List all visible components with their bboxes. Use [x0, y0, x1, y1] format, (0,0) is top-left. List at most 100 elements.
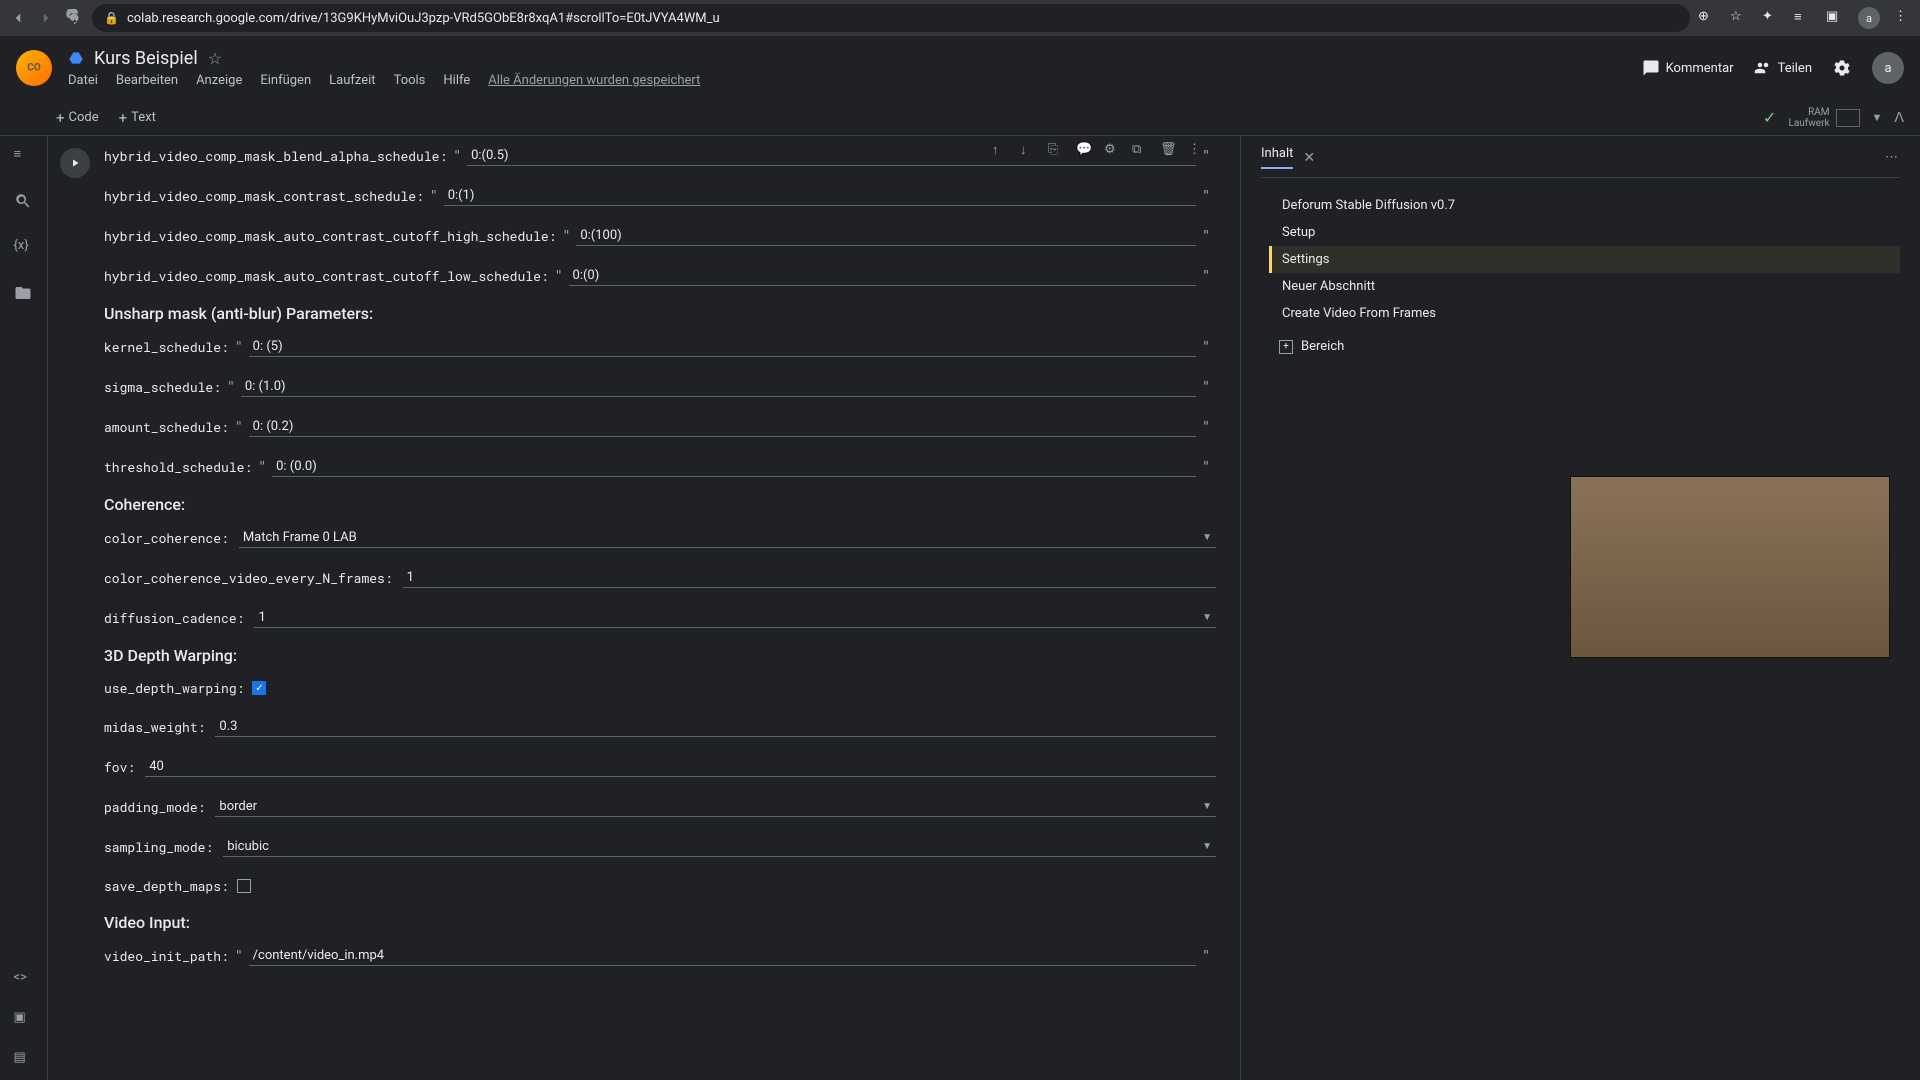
text-input[interactable]: [576, 226, 1196, 246]
collapse-header-button[interactable]: ᐱ: [1894, 110, 1904, 126]
cell-toolbar: ↑ ↓ ⎘ 💬 ⚙ ⧉ 🗑 ⋮: [984, 138, 1212, 162]
text-input[interactable]: [249, 417, 1197, 437]
toc-more-icon[interactable]: ⋯: [1885, 150, 1900, 165]
menu-tools[interactable]: Tools: [394, 73, 426, 88]
share-button[interactable]: Teilen: [1754, 59, 1812, 77]
link-icon[interactable]: ⎘: [1048, 142, 1064, 158]
text-input[interactable]: [145, 757, 1216, 777]
toc-panel: Inhalt ✕ ⋯ Deforum Stable Diffusion v0.7…: [1240, 136, 1920, 1080]
plus-icon: +: [1279, 340, 1293, 354]
colab-logo[interactable]: [16, 50, 52, 86]
runtime-dropdown[interactable]: ▼: [1872, 111, 1883, 124]
toc-item[interactable]: Neuer Abschnitt: [1269, 273, 1900, 300]
text-input[interactable]: [444, 186, 1196, 206]
field-label: color_coherence:: [104, 529, 229, 547]
browser-avatar[interactable]: a: [1858, 7, 1880, 29]
bookmark-icon[interactable]: ☆: [1730, 9, 1748, 27]
reading-list-icon[interactable]: ≡: [1794, 9, 1812, 27]
text-input[interactable]: [272, 457, 1196, 477]
menu-help[interactable]: Hilfe: [443, 73, 470, 88]
text-input[interactable]: [249, 946, 1197, 966]
toc-item[interactable]: Settings: [1269, 246, 1900, 273]
form-row: hybrid_video_comp_mask_auto_contrast_cut…: [104, 222, 1216, 250]
add-text-button[interactable]: +Text: [119, 109, 156, 127]
text-input[interactable]: [241, 377, 1196, 397]
close-toc-button[interactable]: ✕: [1303, 150, 1315, 166]
form-row: hybrid_video_comp_mask_contrast_schedule…: [104, 182, 1216, 210]
extensions-icon[interactable]: ✦: [1762, 9, 1780, 27]
notebook-area[interactable]: ↑ ↓ ⎘ 💬 ⚙ ⧉ 🗑 ⋮ hybrid_video_comp_mask_b…: [48, 136, 1240, 1080]
search-icon[interactable]: [14, 192, 34, 212]
field-label: hybrid_video_comp_mask_auto_contrast_cut…: [104, 267, 549, 285]
command-palette-icon[interactable]: ▤: [14, 1050, 34, 1070]
code-snippets-icon[interactable]: <>: [14, 970, 34, 990]
more-icon[interactable]: ⋮: [1188, 142, 1204, 158]
resource-bars: [1836, 109, 1860, 127]
menu-insert[interactable]: Einfügen: [260, 73, 311, 88]
toc-add-section[interactable]: +Bereich: [1269, 333, 1900, 360]
field-label: amount_schedule:: [104, 418, 229, 436]
terminal-icon[interactable]: ▣: [14, 1010, 34, 1030]
saved-status[interactable]: Alle Änderungen wurden gespeichert: [488, 73, 700, 88]
browser-menu-icon[interactable]: ⋮: [1894, 9, 1912, 27]
cell-settings-icon[interactable]: ⚙: [1104, 142, 1120, 158]
toc-item[interactable]: Deforum Stable Diffusion v0.7: [1269, 192, 1900, 219]
checkbox-input[interactable]: [252, 681, 266, 695]
form-row: padding_mode: border▼: [104, 793, 1216, 821]
form-row: kernel_schedule:"": [104, 333, 1216, 361]
chevron-down-icon: ▼: [1202, 841, 1212, 852]
menu-edit[interactable]: Bearbeiten: [116, 73, 178, 88]
run-cell-button[interactable]: [60, 148, 90, 178]
select-input[interactable]: Match Frame 0 LAB▼: [239, 528, 1216, 548]
variables-icon[interactable]: {x}: [14, 238, 34, 258]
select-input[interactable]: border▼: [215, 797, 1216, 817]
mirror-icon[interactable]: ⧉: [1132, 142, 1148, 158]
form-row: color_coherence_video_every_N_frames:: [104, 564, 1216, 592]
field-label: save_depth_maps:: [104, 877, 229, 895]
field-label: use_depth_warping:: [104, 679, 244, 697]
comment-icon: [1642, 59, 1660, 77]
ram-indicator[interactable]: RAM Laufwerk: [1788, 107, 1859, 129]
install-icon[interactable]: ⊕: [1698, 9, 1716, 27]
text-input[interactable]: [403, 568, 1216, 588]
user-avatar[interactable]: a: [1872, 52, 1904, 84]
toc-item[interactable]: Setup: [1269, 219, 1900, 246]
field-label: kernel_schedule:: [104, 338, 229, 356]
text-input[interactable]: [249, 337, 1197, 357]
form-row: sigma_schedule:"": [104, 373, 1216, 401]
reload-button[interactable]: [64, 8, 84, 28]
field-label: sampling_mode:: [104, 838, 213, 856]
files-icon[interactable]: [14, 284, 34, 304]
form-row: diffusion_cadence: 1▼: [104, 604, 1216, 632]
section-heading: Unsharp mask (anti-blur) Parameters:: [104, 304, 1216, 323]
form-row: threshold_schedule:"": [104, 453, 1216, 481]
settings-icon[interactable]: [1832, 58, 1852, 78]
comment-cell-icon[interactable]: 💬: [1076, 142, 1092, 158]
text-input[interactable]: [215, 717, 1216, 737]
menu-view[interactable]: Anzeige: [196, 73, 242, 88]
menu-runtime[interactable]: Laufzeit: [329, 73, 375, 88]
star-icon[interactable]: ☆: [208, 49, 222, 68]
select-input[interactable]: bicubic▼: [223, 837, 1216, 857]
comment-button[interactable]: Kommentar: [1642, 59, 1734, 77]
move-down-icon[interactable]: ↓: [1020, 142, 1036, 158]
panel-icon[interactable]: ▣: [1826, 9, 1844, 27]
toc-item[interactable]: Create Video From Frames: [1269, 300, 1900, 327]
add-code-button[interactable]: +Code: [56, 109, 99, 127]
checkbox-input[interactable]: [237, 879, 251, 893]
move-up-icon[interactable]: ↑: [992, 142, 1008, 158]
text-input[interactable]: [569, 266, 1197, 286]
toc-icon[interactable]: ≡: [14, 146, 34, 166]
back-button[interactable]: [8, 8, 28, 28]
section-heading: 3D Depth Warping:: [104, 646, 1216, 665]
forward-button[interactable]: [36, 8, 56, 28]
chevron-down-icon: ▼: [1202, 612, 1212, 623]
delete-cell-icon[interactable]: 🗑: [1160, 142, 1176, 158]
toc-title: Inhalt: [1261, 146, 1293, 169]
document-title[interactable]: Kurs Beispiel: [94, 48, 198, 69]
toolbar: +Code +Text ✓ RAM Laufwerk ▼ ᐱ: [0, 100, 1920, 136]
menu-file[interactable]: Datei: [68, 73, 98, 88]
select-input[interactable]: 1▼: [254, 608, 1216, 628]
connected-check-icon: ✓: [1763, 108, 1776, 127]
address-bar[interactable]: 🔒 colab.research.google.com/drive/13G9KH…: [92, 4, 1690, 32]
